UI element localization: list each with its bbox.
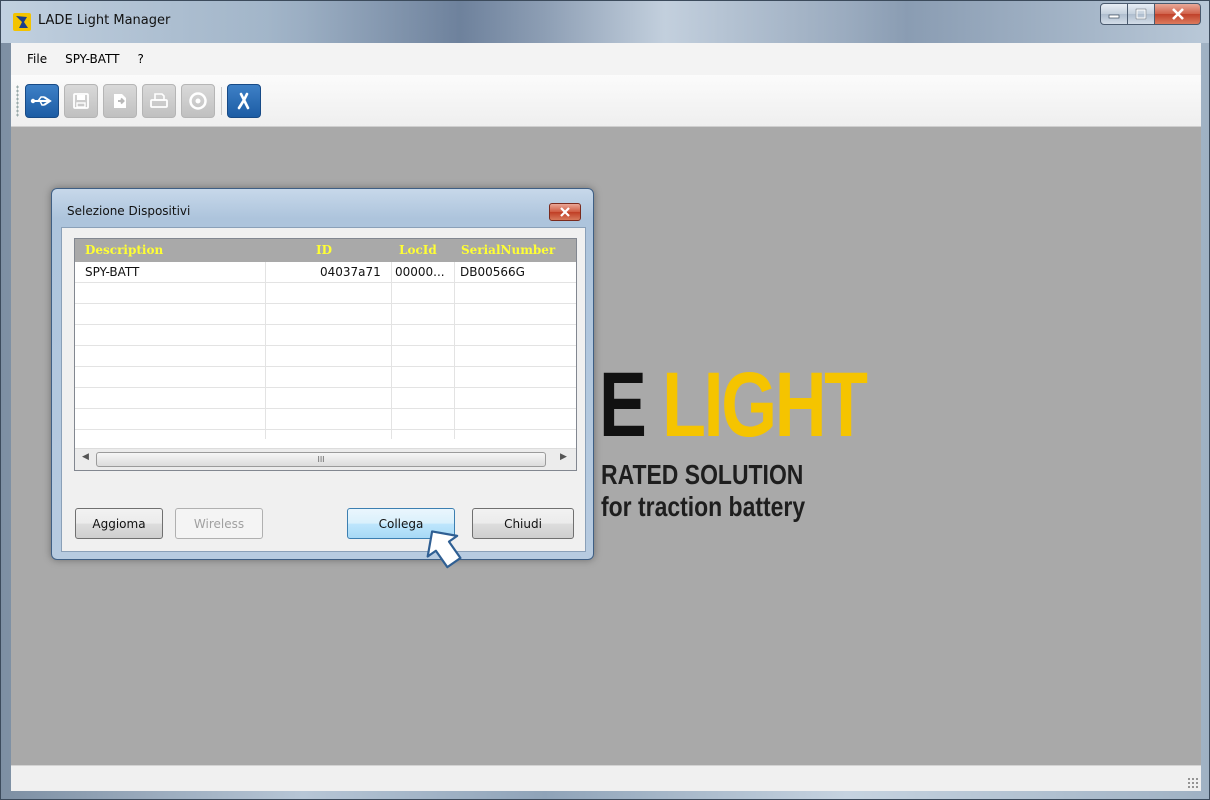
disc-button[interactable] <box>181 84 215 118</box>
column-header-description[interactable]: Description <box>85 243 163 257</box>
close-icon <box>560 207 570 217</box>
column-divider <box>454 262 455 439</box>
cell-locid: 00000... <box>395 265 445 279</box>
disc-icon <box>189 92 207 110</box>
main-window: LADE Light Manager File SPY-BATT ? E LIG… <box>0 0 1210 800</box>
aggiorna-button[interactable]: Aggioma <box>75 508 163 539</box>
export-button[interactable] <box>103 84 137 118</box>
toolbar-separator <box>221 87 222 115</box>
toolbar <box>11 75 1201 127</box>
column-divider <box>391 262 392 439</box>
disconnect-icon <box>237 92 250 110</box>
logo-subtitle: RATED SOLUTION <box>601 459 804 490</box>
scroll-right-icon[interactable]: ▶ <box>560 452 567 462</box>
window-title: LADE Light Manager <box>38 13 171 28</box>
table-row[interactable]: SPY-BATT 04037a71 00000... DB00566G <box>75 262 576 283</box>
logo-title-light: LIGHT <box>662 354 868 456</box>
chiudi-button[interactable]: Chiudi <box>472 508 574 539</box>
scroll-thumb-grip: III <box>317 455 325 464</box>
dialog-body: Description ID LocId SerialNumber SPY-BA… <box>61 227 586 552</box>
cell-description: SPY-BATT <box>85 265 140 279</box>
column-header-serialnumber[interactable]: SerialNumber <box>461 243 555 257</box>
save-icon <box>73 93 89 109</box>
scroll-thumb[interactable]: III <box>96 452 546 467</box>
minimize-button[interactable] <box>1100 3 1128 25</box>
dialog-close-button[interactable] <box>549 203 581 221</box>
toolbar-grip[interactable] <box>16 85 19 117</box>
wireless-button[interactable]: Wireless <box>175 508 263 539</box>
print-button[interactable] <box>142 84 176 118</box>
print-icon <box>150 93 168 108</box>
column-header-locid[interactable]: LocId <box>399 243 437 257</box>
empty-row <box>75 409 576 430</box>
usb-connect-icon <box>30 96 52 106</box>
close-window-button[interactable] <box>1155 3 1201 25</box>
app-logo-icon <box>13 13 31 31</box>
title-bar[interactable]: LADE Light Manager <box>1 1 1209 43</box>
menu-help[interactable]: ? <box>131 52 149 66</box>
logo-title: E LIGHT <box>599 359 868 451</box>
cell-serialnumber: DB00566G <box>460 265 525 279</box>
empty-row <box>75 304 576 325</box>
caption-buttons <box>1100 3 1201 25</box>
column-divider <box>265 262 266 439</box>
menu-bar: File SPY-BATT ? <box>11 43 1201 75</box>
empty-row <box>75 346 576 367</box>
minimize-icon <box>1108 14 1120 19</box>
status-bar <box>11 765 1201 791</box>
usb-connect-button[interactable] <box>25 84 59 118</box>
scroll-left-icon[interactable]: ◀ <box>82 452 89 462</box>
empty-row <box>75 367 576 388</box>
device-list-header: Description ID LocId SerialNumber <box>75 239 576 262</box>
empty-row <box>75 388 576 409</box>
logo-title-dark: E <box>599 354 647 456</box>
maximize-button[interactable] <box>1128 3 1155 25</box>
close-icon <box>1171 8 1184 20</box>
empty-row <box>75 325 576 346</box>
mouse-pointer-icon <box>426 530 462 569</box>
disconnect-button[interactable] <box>227 84 261 118</box>
empty-row <box>75 283 576 304</box>
dialog-title: Selezione Dispositivi <box>67 204 191 218</box>
save-button[interactable] <box>64 84 98 118</box>
column-header-id[interactable]: ID <box>316 243 332 257</box>
export-icon <box>114 94 126 108</box>
maximize-icon <box>1135 8 1147 20</box>
menu-spy-batt[interactable]: SPY-BATT <box>59 52 125 66</box>
cell-id: 04037a71 <box>320 265 381 279</box>
resize-grip[interactable] <box>1187 777 1199 789</box>
logo-tagline: for traction battery <box>601 491 806 522</box>
menu-file[interactable]: File <box>21 52 53 66</box>
device-list[interactable]: Description ID LocId SerialNumber SPY-BA… <box>74 238 577 471</box>
device-selection-dialog: Selezione Dispositivi Description ID Loc… <box>51 188 594 560</box>
horizontal-scrollbar[interactable]: ◀ III ▶ <box>75 448 576 470</box>
